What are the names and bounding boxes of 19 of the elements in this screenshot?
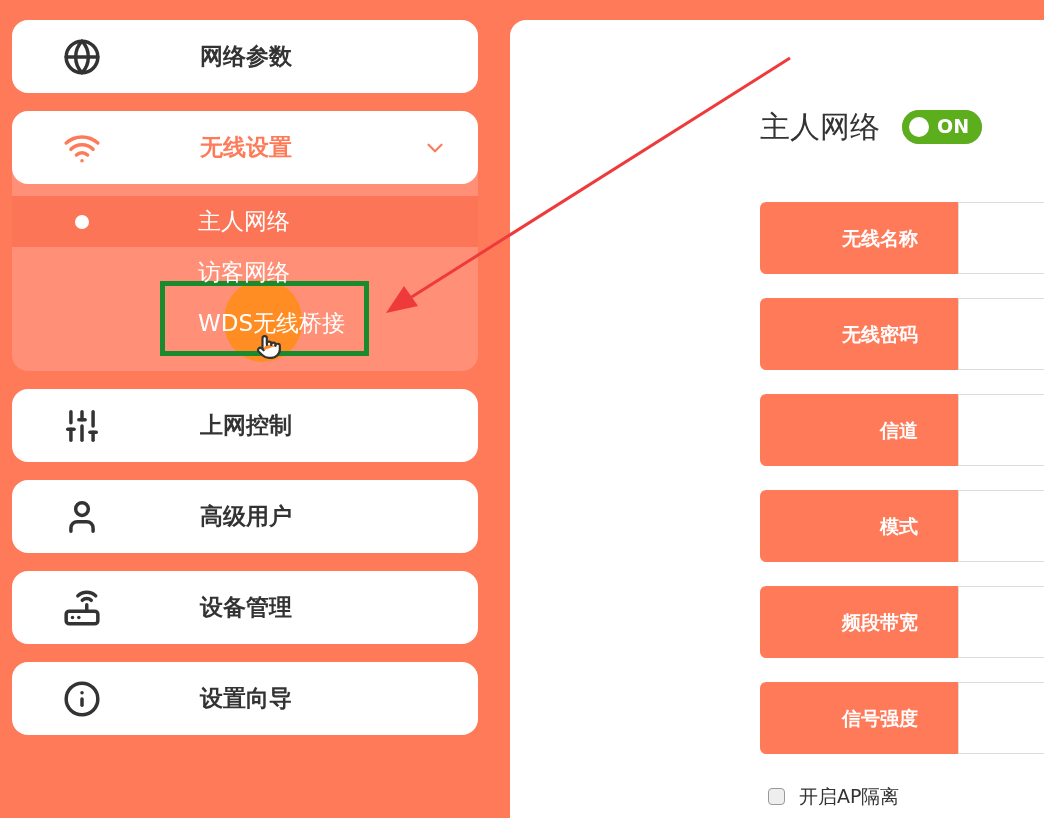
field-label: 无线密码 xyxy=(760,298,958,370)
globe-icon xyxy=(63,37,101,76)
checkbox[interactable] xyxy=(768,787,785,805)
nav-item[interactable]: 网络参数 xyxy=(12,20,478,93)
nav-item[interactable]: 上网控制 xyxy=(12,389,478,462)
field-label: 频段带宽 xyxy=(760,586,958,658)
nav-item[interactable]: 设备管理 xyxy=(12,571,478,644)
nav-item[interactable]: 设置向导 xyxy=(12,662,478,735)
info-icon xyxy=(63,679,101,718)
field-label: 模式 xyxy=(760,490,958,562)
field-label: 信道 xyxy=(760,394,958,466)
cursor-icon xyxy=(256,334,282,360)
field-label: 无线名称 xyxy=(760,202,958,274)
field-label: 信号强度 xyxy=(760,682,958,754)
section-title: 主人网络 xyxy=(760,108,880,146)
checkbox-label: 开启AP隔离 xyxy=(799,784,900,809)
nav-item[interactable]: 高级用户 xyxy=(12,480,478,553)
bullet-icon xyxy=(75,214,89,229)
router-icon xyxy=(63,588,101,627)
